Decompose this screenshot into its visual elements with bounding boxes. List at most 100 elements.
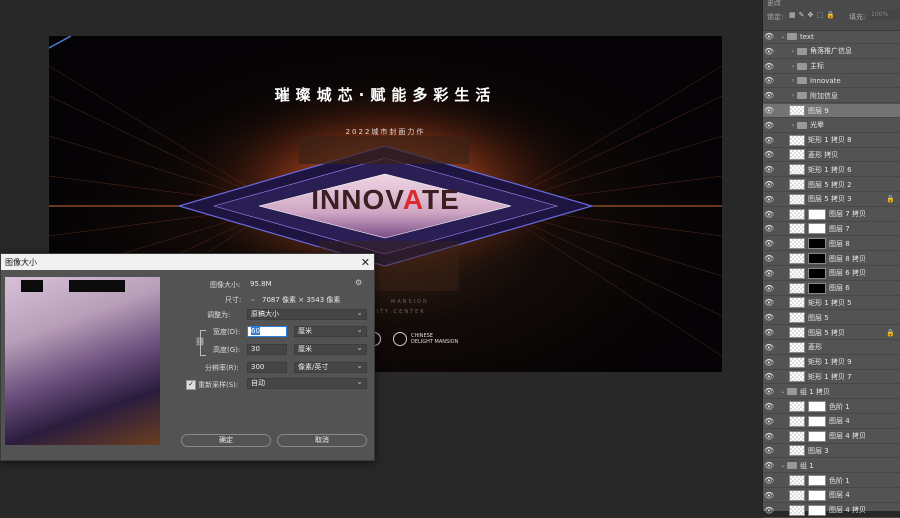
visibility-eye-icon[interactable]: 👁 (763, 254, 775, 263)
layer-row[interactable]: 👁 › 附加信息 (763, 89, 900, 104)
layer-row[interactable]: 👁 菱形 拷贝 (763, 148, 900, 163)
settings-gear-icon[interactable]: ⚙ (355, 278, 362, 287)
resolution-input[interactable]: 300 (247, 362, 287, 373)
lock-label: 锁定: (767, 13, 784, 21)
chevron-down-icon[interactable]: ⌄ (779, 33, 787, 40)
brand-logo-line2: DELIGHT MANSION (411, 339, 459, 345)
visibility-eye-icon[interactable]: 👁 (763, 180, 775, 189)
layer-mask-thumbnail (808, 430, 826, 442)
visibility-eye-icon[interactable]: 👁 (763, 165, 775, 174)
visibility-eye-icon[interactable]: 👁 (763, 506, 775, 515)
visibility-eye-icon[interactable]: 👁 (763, 387, 775, 396)
resample-checkbox[interactable]: ✓ (186, 380, 196, 390)
visibility-eye-icon[interactable]: 👁 (763, 224, 775, 233)
visibility-eye-icon[interactable]: 👁 (763, 47, 775, 56)
layer-row[interactable]: 👁 图层 9 (763, 104, 900, 118)
dimensions-dropdown-icon[interactable]: ⌄ (250, 295, 256, 303)
layer-row[interactable]: 👁 图层 6 拷贝 (763, 267, 900, 281)
layer-row[interactable]: 👁 色阶 1 (763, 400, 900, 414)
visibility-eye-icon[interactable]: 👁 (763, 121, 775, 130)
visibility-eye-icon[interactable]: 👁 (763, 476, 775, 485)
visibility-eye-icon[interactable]: 👁 (763, 32, 775, 41)
chevron-right-icon[interactable]: › (789, 63, 797, 70)
layer-mask-thumbnail (808, 504, 826, 516)
chevron-right-icon[interactable]: › (789, 48, 797, 55)
chevron-down-icon[interactable]: ⌄ (779, 388, 787, 395)
link-proportions-icon[interactable]: ⛓ (195, 337, 205, 346)
fit-to-select[interactable]: 原稿大小 (247, 308, 367, 320)
layer-row[interactable]: 👁 图层 4 拷贝 (763, 430, 900, 444)
layer-row[interactable]: 👁 图层 6 (763, 282, 900, 296)
layer-row[interactable]: 👁 ⌄ 组 1 (763, 459, 900, 474)
layer-row[interactable]: 👁 矩形 1 拷贝 6 (763, 163, 900, 178)
chevron-right-icon[interactable]: › (789, 122, 797, 129)
chevron-down-icon[interactable]: ⌄ (779, 462, 787, 469)
layer-row[interactable]: 👁 图层 8 (763, 237, 900, 252)
visibility-eye-icon[interactable]: 👁 (763, 446, 775, 455)
height-unit-select[interactable]: 厘米 (294, 343, 367, 355)
layer-row[interactable]: 👁 › 角落推广信息 (763, 45, 900, 59)
layer-name: 组 1 (800, 461, 814, 470)
visibility-eye-icon[interactable]: 👁 (763, 210, 775, 219)
layer-thumbnail (789, 208, 805, 220)
layer-row[interactable]: 👁 矩形 1 拷贝 7 (763, 370, 900, 385)
visibility-eye-icon[interactable]: 👁 (763, 284, 775, 293)
layer-row[interactable]: 👁 图层 8 拷贝 (763, 252, 900, 266)
ok-button[interactable]: 确定 (181, 434, 271, 447)
lock-icons[interactable]: ▦✎✥⬚🔒 (789, 11, 838, 19)
layer-row[interactable]: 👁 图层 5 (763, 311, 900, 326)
visibility-eye-icon[interactable]: 👁 (763, 239, 775, 248)
visibility-eye-icon[interactable]: 👁 (763, 432, 775, 441)
visibility-eye-icon[interactable]: 👁 (763, 298, 775, 307)
visibility-eye-icon[interactable]: 👁 (763, 402, 775, 411)
layer-row[interactable]: 👁 ⌄ text (763, 30, 900, 44)
visibility-eye-icon[interactable]: 👁 (763, 195, 775, 204)
layer-row[interactable]: 👁 图层 5 拷贝 3 🔒 (763, 193, 900, 207)
height-input[interactable]: 30 (247, 344, 287, 355)
layer-row[interactable]: 👁 图层 4 (763, 415, 900, 429)
layer-row[interactable]: 👁 菱形 (763, 341, 900, 355)
visibility-eye-icon[interactable]: 👁 (763, 76, 775, 85)
visibility-eye-icon[interactable]: 👁 (763, 372, 775, 381)
folder-icon (797, 47, 807, 55)
layer-row[interactable]: 👁 › 光晕 (763, 119, 900, 133)
visibility-eye-icon[interactable]: 👁 (763, 328, 775, 337)
visibility-eye-icon[interactable]: 👁 (763, 62, 775, 71)
layer-row[interactable]: 👁 图层 7 (763, 222, 900, 237)
layer-thumbnail (789, 193, 805, 205)
visibility-eye-icon[interactable]: 👁 (763, 150, 775, 159)
visibility-eye-icon[interactable]: 👁 (763, 417, 775, 426)
cancel-button[interactable]: 取消 (277, 434, 367, 447)
layer-row[interactable]: 👁 矩形 1 拷贝 9 (763, 356, 900, 370)
layer-row[interactable]: 👁 矩形 1 拷贝 8 (763, 134, 900, 148)
visibility-eye-icon[interactable]: 👁 (763, 106, 775, 115)
resample-select[interactable]: 自动 (247, 377, 367, 389)
layer-row[interactable]: 👁 矩形 1 拷贝 5 (763, 296, 900, 311)
layer-row[interactable]: 👁 图层 5 拷贝 2 (763, 178, 900, 192)
chevron-right-icon[interactable]: › (789, 77, 797, 84)
visibility-eye-icon[interactable]: 👁 (763, 461, 775, 470)
layer-row[interactable]: 👁 图层 5 拷贝 🔒 (763, 326, 900, 340)
layer-row[interactable]: 👁 图层 7 拷贝 (763, 208, 900, 222)
visibility-eye-icon[interactable]: 👁 (763, 136, 775, 145)
layer-row[interactable]: 👁 ⌄ 组 1 拷贝 (763, 385, 900, 400)
visibility-eye-icon[interactable]: 👁 (763, 91, 775, 100)
layer-row[interactable]: 👁 › 主标 (763, 60, 900, 74)
close-icon[interactable]: ✕ (361, 256, 370, 269)
layer-row[interactable]: 👁 › Innovate (763, 74, 900, 89)
layer-row[interactable]: 👁 色阶 1 (763, 474, 900, 488)
width-value: 60 (251, 327, 260, 335)
visibility-eye-icon[interactable]: 👁 (763, 358, 775, 367)
visibility-eye-icon[interactable]: 👁 (763, 491, 775, 500)
width-unit-select[interactable]: 厘米 (294, 325, 367, 337)
fill-value-field[interactable]: 100% (869, 10, 899, 20)
visibility-eye-icon[interactable]: 👁 (763, 343, 775, 352)
visibility-eye-icon[interactable]: 👁 (763, 269, 775, 278)
layer-row[interactable]: 👁 图层 4 (763, 489, 900, 503)
width-input[interactable]: 60 (247, 326, 287, 337)
resolution-unit-select[interactable]: 像素/英寸 (294, 361, 367, 373)
image-preview[interactable] (5, 277, 160, 445)
chevron-right-icon[interactable]: › (789, 92, 797, 99)
layer-row[interactable]: 👁 图层 3 (763, 444, 900, 459)
visibility-eye-icon[interactable]: 👁 (763, 313, 775, 322)
